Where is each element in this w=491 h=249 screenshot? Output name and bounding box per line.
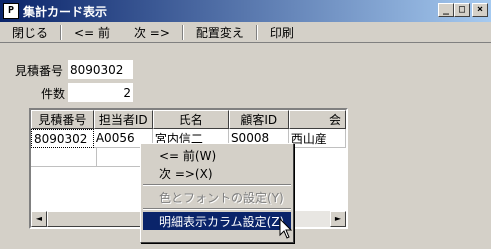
estimate-no-label: 見積番号	[15, 64, 64, 78]
count-field[interactable]: 2	[68, 83, 133, 102]
window-controls: _ □ ×	[438, 3, 488, 17]
title-bar: P 集計カード表示 _ □ ×	[0, 0, 491, 22]
menu-bar: 閉じる <= 前 次 => 配置変え 印刷	[0, 22, 491, 43]
scroll-left-arrow-icon[interactable]: ◄	[31, 211, 47, 227]
column-header-staff-id[interactable]: 担当者ID	[93, 110, 153, 129]
column-header-company[interactable]: 会	[288, 110, 346, 129]
cell-empty	[31, 148, 97, 167]
app-icon[interactable]: P	[3, 3, 19, 19]
context-menu-item-next[interactable]: 次 =>(X)	[143, 164, 291, 182]
menu-print[interactable]: 印刷	[258, 24, 306, 41]
cell-estimate-no[interactable]: 8090302	[31, 129, 94, 148]
minimize-button[interactable]: _	[438, 3, 454, 17]
context-menu: <= 前(W) 次 =>(X) 色とフォントの設定(Y) 明細表示カラム設定(Z…	[140, 143, 294, 243]
column-header-customer-id[interactable]: 顧客ID	[228, 110, 289, 129]
cell-company[interactable]: 西山産	[288, 129, 346, 148]
column-header-estimate-no[interactable]: 見積番号	[31, 110, 94, 129]
menu-close[interactable]: 閉じる	[0, 24, 60, 41]
mouse-cursor-icon	[279, 218, 293, 239]
estimate-no-field[interactable]: 8090302	[68, 60, 133, 79]
menu-next[interactable]: 次 =>	[122, 24, 182, 41]
context-menu-item-detail-column-settings[interactable]: 明細表示カラム設定(Z)	[143, 212, 291, 230]
grid-header: 見積番号 担当者ID 氏名 顧客ID 会	[31, 110, 346, 129]
menu-rearrange[interactable]: 配置変え	[184, 24, 256, 41]
column-header-name[interactable]: 氏名	[152, 110, 229, 129]
menu-previous[interactable]: <= 前	[62, 24, 122, 41]
window-title: 集計カード表示	[23, 4, 108, 19]
close-button[interactable]: ×	[472, 3, 488, 17]
context-menu-item-previous[interactable]: <= 前(W)	[143, 146, 291, 164]
scroll-right-arrow-icon[interactable]: ►	[330, 211, 346, 227]
count-label: 件数	[41, 87, 66, 101]
context-menu-item-color-font-settings: 色とフォントの設定(Y)	[159, 190, 284, 205]
maximize-button[interactable]: □	[454, 3, 470, 17]
